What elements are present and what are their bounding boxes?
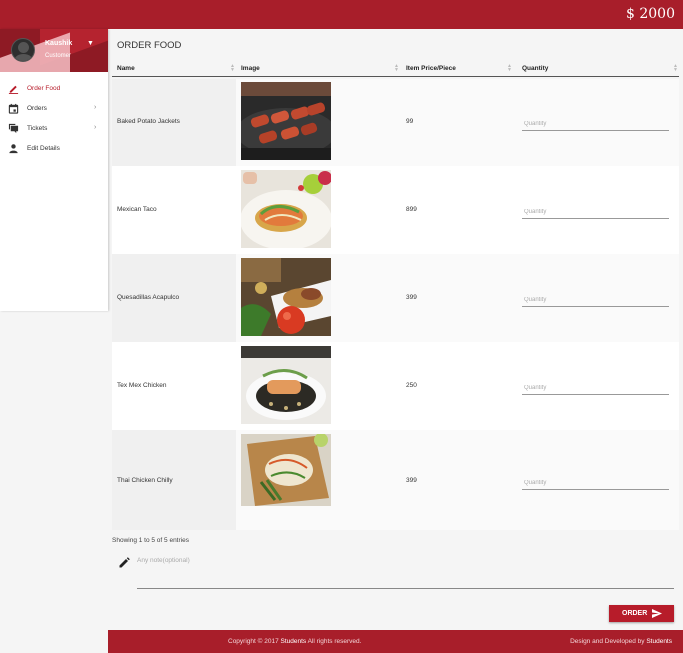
calendar-icon (8, 103, 19, 114)
sidebar-item-order-food[interactable]: Order Food (0, 79, 108, 99)
quantity-input[interactable] (522, 381, 669, 395)
send-icon (652, 609, 662, 618)
user-profile-card[interactable]: Kaushik ▼ Customer (0, 29, 108, 72)
food-image (241, 258, 331, 336)
top-bar: $ 2000 (0, 0, 683, 29)
sidebar: Kaushik ▼ Customer Order Food Orders › T… (0, 29, 108, 311)
sidebar-item-tickets[interactable]: Tickets › (0, 119, 108, 139)
item-name: Thai Chicken Chilly (117, 477, 173, 484)
main-content: ORDER FOOD Name ▲ ▼ Image ▲ ▼ Item Price/P… (108, 29, 683, 630)
food-image (241, 170, 331, 248)
quantity-input[interactable] (522, 476, 669, 490)
sidebar-item-orders[interactable]: Orders › (0, 99, 108, 119)
sidebar-item-edit-details[interactable]: Edit Details (0, 139, 108, 159)
chevron-right-icon: › (94, 104, 97, 111)
sort-icon[interactable]: ▲ ▼ (507, 64, 512, 73)
pencil-icon (119, 557, 130, 568)
page-title: ORDER FOOD (117, 40, 182, 51)
food-image (241, 434, 331, 506)
quantity-input[interactable] (522, 205, 669, 219)
table-row: Tex Mex Chicken 250 (112, 342, 679, 430)
chevron-down-icon[interactable]: ▼ (87, 40, 94, 47)
person-icon (9, 144, 18, 154)
quantity-input[interactable] (522, 117, 669, 131)
chevron-right-icon: › (94, 124, 97, 131)
footer: Copyright © 2017 Students All rights res… (108, 630, 683, 653)
item-price: 899 (406, 206, 417, 213)
copyright-suffix: All rights reserved. (307, 638, 362, 645)
column-header-name[interactable]: Name (117, 65, 135, 72)
item-name: Quesadillas Acapulco (117, 294, 180, 301)
food-image (241, 346, 331, 424)
credit-brand-link[interactable]: Students (646, 638, 672, 645)
column-header-price[interactable]: Item Price/Piece (406, 65, 456, 72)
copyright-brand-link[interactable]: Students (281, 638, 307, 645)
chat-icon (8, 123, 19, 134)
item-price: 99 (406, 118, 414, 125)
note-input[interactable] (137, 554, 674, 589)
pencil-icon (8, 85, 19, 94)
copyright-prefix: Copyright © 2017 (228, 638, 279, 645)
item-name: Baked Potato Jackets (117, 118, 180, 125)
sort-asc-icon[interactable]: ▲ ▼ (230, 64, 235, 73)
column-header-image[interactable]: Image (241, 65, 260, 72)
food-image (241, 82, 331, 160)
credit: Design and Developed by Students (570, 638, 672, 645)
item-name: Tex Mex Chicken (117, 382, 167, 389)
credit-prefix: Design and Developed by (570, 638, 645, 645)
item-name: Mexican Taco (117, 206, 157, 213)
table-header: Name ▲ ▼ Image ▲ ▼ Item Price/Piece ▲ ▼ Qua… (112, 61, 679, 77)
table-info: Showing 1 to 5 of 5 entries (112, 537, 189, 544)
sort-icon[interactable]: ▲ ▼ (673, 64, 678, 73)
sidebar-item-label: Order Food (27, 85, 61, 92)
column-header-quantity[interactable]: Quantity (522, 65, 548, 72)
order-button-label: ORDER (622, 610, 648, 617)
sidebar-item-label: Tickets (27, 125, 48, 132)
quantity-input[interactable] (522, 293, 669, 307)
user-name: Kaushik (45, 40, 73, 47)
order-button[interactable]: ORDER (609, 605, 674, 622)
user-role: Customer (45, 53, 72, 59)
table-row: Quesadillas Acapulco 399 (112, 254, 679, 342)
item-price: 250 (406, 382, 417, 389)
copyright: Copyright © 2017 Students All rights res… (228, 638, 361, 645)
item-price: 399 (406, 294, 417, 301)
table-row: Thai Chicken Chilly 399 (112, 430, 679, 530)
table-row: Mexican Taco 899 (112, 166, 679, 254)
avatar (11, 38, 35, 62)
item-price: 399 (406, 477, 417, 484)
sidebar-item-label: Edit Details (27, 145, 60, 152)
table-row: Baked Potato Jackets 99 (112, 79, 679, 166)
wallet-balance: $ 2000 (626, 6, 675, 22)
sort-icon[interactable]: ▲ ▼ (394, 64, 399, 73)
sidebar-item-label: Orders (27, 105, 47, 112)
